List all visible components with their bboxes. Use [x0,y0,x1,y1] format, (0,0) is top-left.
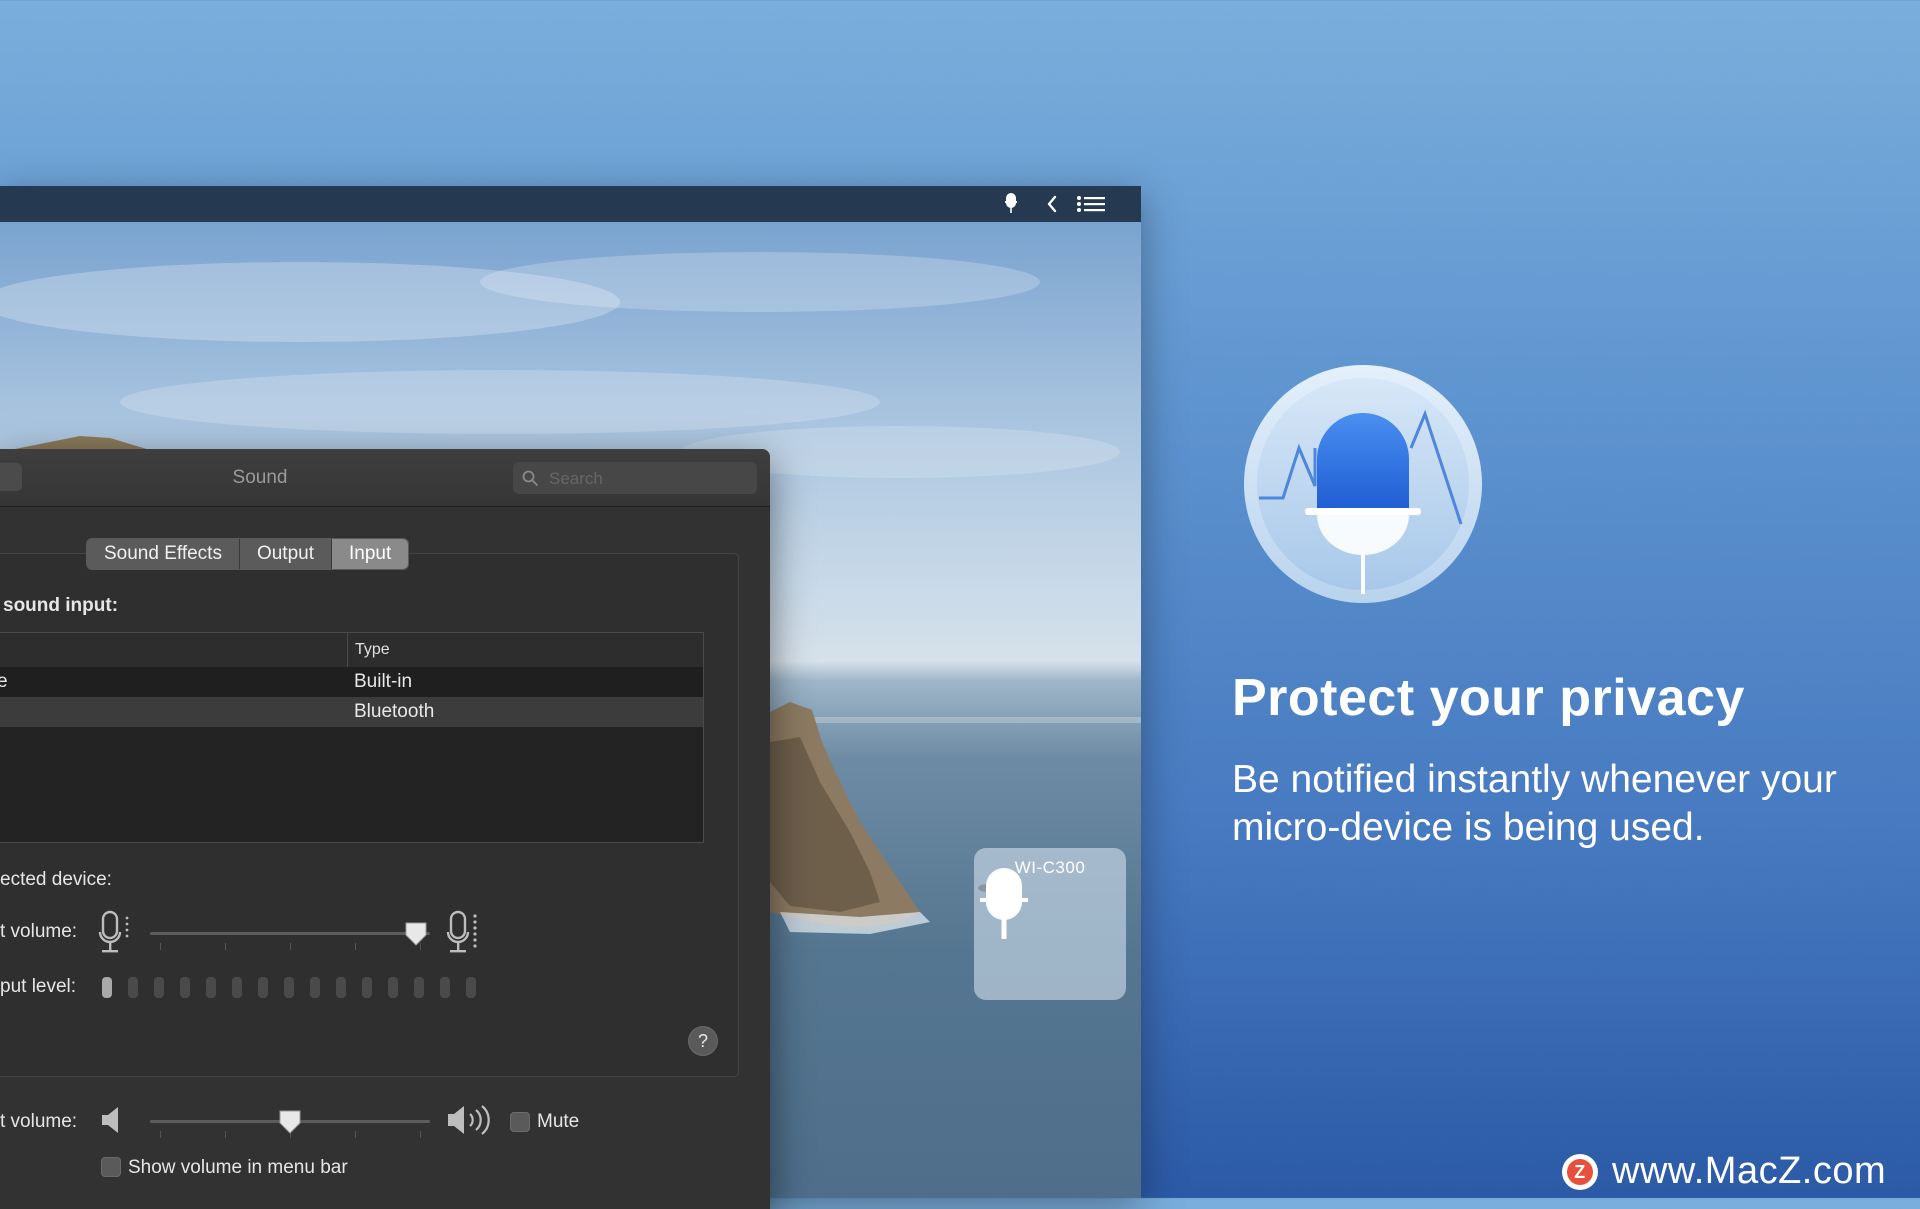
table-row-selected[interactable]: Bluetooth [0,697,703,727]
table-header: Type [0,633,703,668]
column-header-type[interactable]: Type [355,641,390,659]
microphone-icon [980,868,1028,939]
watermark: Z www.MacZ.com [1562,1150,1886,1193]
level-bar [414,977,424,998]
slider-tick [290,943,291,950]
slider-tick [355,1131,356,1138]
help-button[interactable]: ? [689,1027,717,1055]
input-volume-label: t volume: [0,921,78,942]
level-bar [206,977,216,998]
level-bar [232,977,242,998]
level-bar [310,977,320,998]
promo-headline: Protect your privacy [1232,669,1745,727]
level-bar [102,977,112,998]
mic-usage-popup: WI-C300 [974,848,1126,1000]
speaker-high-icon [446,1103,496,1142]
tab-output[interactable]: Output [239,539,332,569]
slider-tick [160,1131,161,1138]
list-icon[interactable] [1074,186,1108,222]
window-titlebar: Sound [0,449,770,507]
slider-thumb[interactable] [278,1109,302,1135]
level-bar [154,977,164,998]
level-bar [258,977,268,998]
slider-tick [225,1131,226,1138]
device-type-cell: Bluetooth [354,701,435,722]
level-bar [466,977,476,998]
window-title: Sound [232,467,288,488]
app-icon [1244,365,1482,603]
slider-tick [160,943,161,950]
slider-tick [225,943,226,950]
device-name-cell: e [0,671,8,692]
promo-subline: Be notified instantly whenever your micr… [1232,758,1837,849]
settings-label: ected device: [0,869,112,890]
level-bar [362,977,372,998]
device-type-cell: Built-in [354,671,413,692]
slider-thumb[interactable] [404,921,428,947]
input-device-table: Type e Built-in Bluetooth [0,632,704,843]
slider-track [150,932,430,935]
search-input[interactable] [547,462,751,496]
slider-tick [355,943,356,950]
mic-high-icon [446,910,480,961]
watermark-text: www.MacZ.com [1612,1150,1887,1192]
microphone-icon[interactable] [998,186,1024,222]
mute-label: Mute [537,1111,580,1132]
mic-low-icon [98,910,132,961]
chevron-left-icon[interactable] [1042,186,1062,222]
level-bar [388,977,398,998]
search-field[interactable] [513,462,757,496]
search-icon [522,470,538,486]
table-row[interactable]: e Built-in [0,667,703,697]
level-bar [284,977,294,998]
tab-sound-effects[interactable]: Sound Effects [87,539,240,569]
select-input-label: sound input: [3,595,119,616]
mute-checkbox[interactable] [510,1112,530,1132]
sound-preferences-window: Sound Sound Effects Output Input sound i… [0,449,770,1209]
tab-bar: Sound Effects Output Input [87,539,409,569]
tab-input[interactable]: Input [332,539,409,569]
watermark-logo: Z [1562,1153,1598,1190]
level-bar [440,977,450,998]
input-level-label: put level: [0,976,77,997]
show-volume-checkbox[interactable] [101,1157,121,1177]
column-divider [347,633,348,667]
speaker-low-icon [100,1105,124,1140]
level-bar [180,977,190,998]
menu-bar [0,186,1141,223]
level-bar [336,977,346,998]
show-volume-label: Show volume in menu bar [128,1157,348,1178]
level-bar [128,977,138,998]
slider-tick [420,1131,421,1138]
output-volume-label: t volume: [0,1111,78,1132]
